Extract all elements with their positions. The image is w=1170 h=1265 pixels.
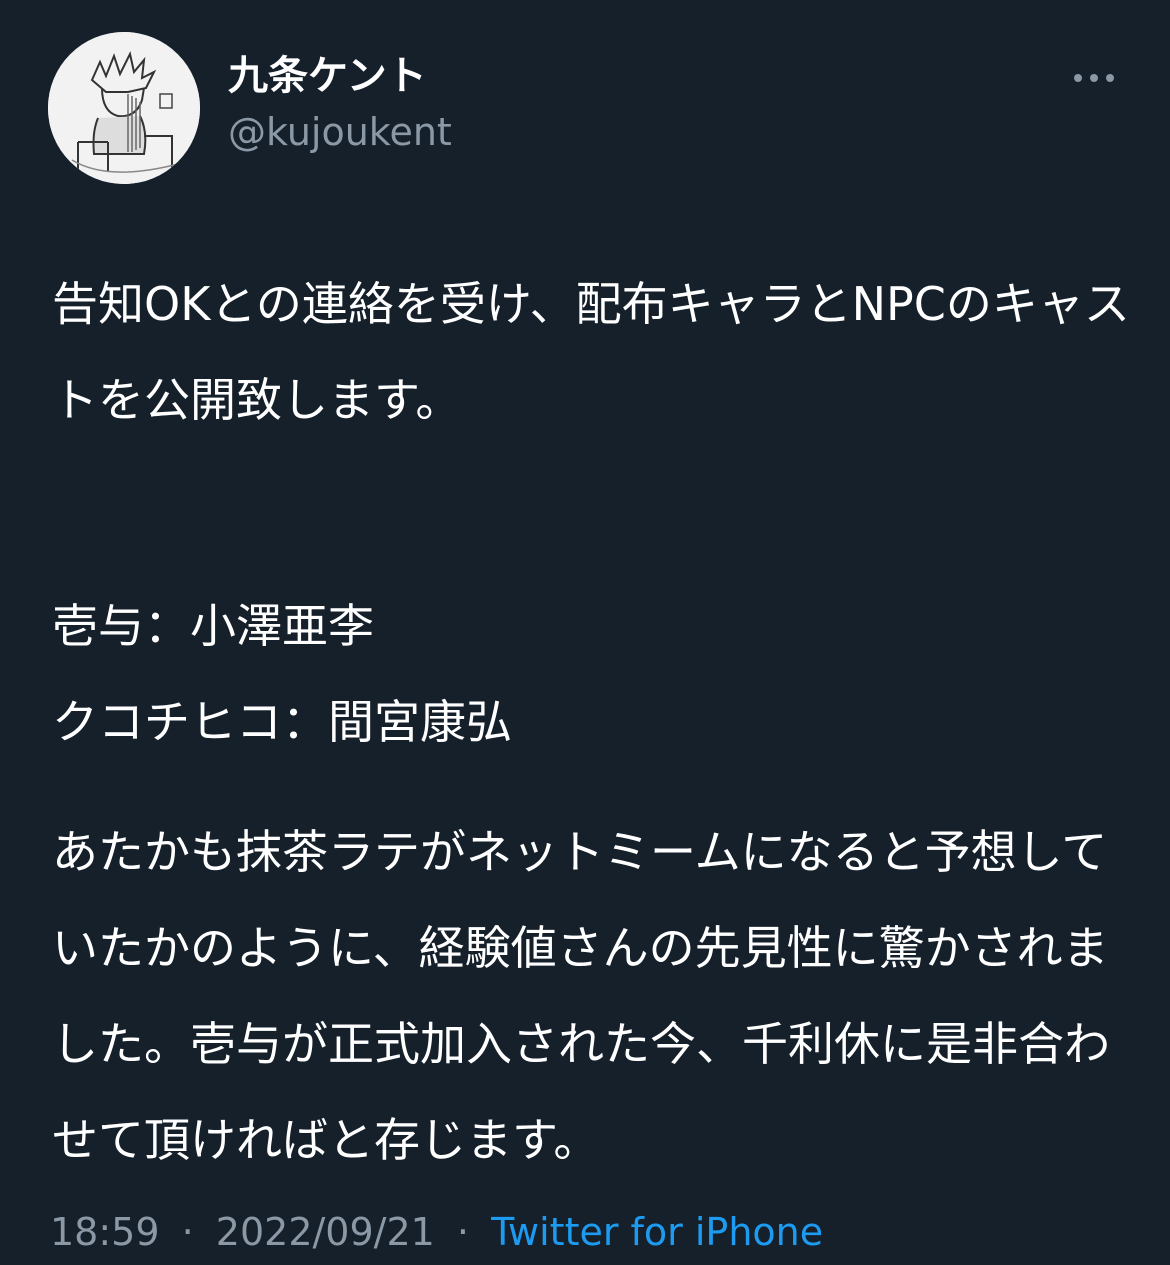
tweet-text: 告知OKとの連絡を受け、配布キャラとNPCのキャストを公開致します。 壱与：小澤… <box>52 256 1132 1188</box>
tweet-source-link[interactable]: Twitter for iPhone <box>491 1210 823 1254</box>
tweet-paragraph: 告知OKとの連絡を受け、配布キャラとNPCのキャストを公開致します。 <box>52 277 1130 427</box>
avatar[interactable] <box>48 32 200 184</box>
meta-separator: · <box>456 1210 470 1254</box>
more-horizontal-icon <box>1074 74 1114 82</box>
tweet-time[interactable]: 18:59 <box>50 1210 160 1254</box>
meta-separator: · <box>181 1210 194 1254</box>
tweet-paragraph: 壱与：小澤亜李 クコチヒコ：間宮康弘 <box>52 482 1132 770</box>
tweet-line: クコチヒコ：間宮康弘 <box>52 695 512 749</box>
tweet-header: 九条ケント @kujoukent <box>0 0 1170 200</box>
tweet-paragraph: あたかも抹茶ラテがネットミームになると予想していたかのように、経験値さんの先見性… <box>52 825 1110 1167</box>
tweet-date[interactable]: 2022/09/21 <box>216 1210 435 1254</box>
avatar-sketch-image <box>48 32 200 184</box>
more-options-button[interactable] <box>1064 56 1128 100</box>
author-display-name[interactable]: 九条ケント <box>228 52 427 100</box>
tweet-metadata: 18:59 · 2022/09/21 · Twitter for iPhone <box>50 1206 823 1258</box>
tweet-line: 壱与：小澤亜李 <box>52 599 374 653</box>
author-handle[interactable]: @kujoukent <box>228 108 452 156</box>
